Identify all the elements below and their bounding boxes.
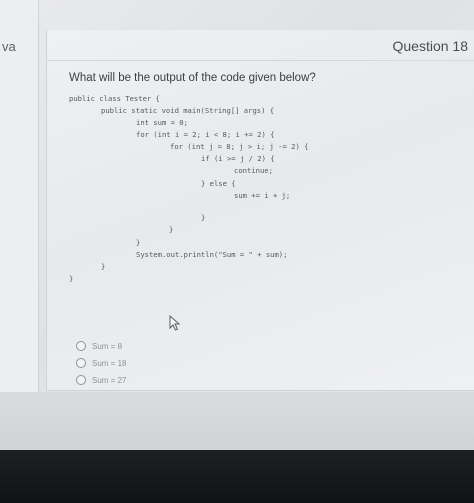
code-line: } else { <box>201 179 236 188</box>
radio-button-icon[interactable] <box>76 341 86 351</box>
answer-option-label: Sum = 18 <box>92 358 127 368</box>
code-line: } <box>201 213 206 222</box>
code-line: sum += i + j; <box>234 191 291 200</box>
answer-option-3[interactable]: Sum = 27 <box>76 375 126 385</box>
question-card <box>46 30 474 391</box>
answer-option-label: Sum = 8 <box>92 341 123 351</box>
code-line: int sum = 0; <box>136 118 188 127</box>
radio-button-icon[interactable] <box>76 358 86 368</box>
mouse-cursor-icon <box>169 315 181 331</box>
code-line: } <box>101 262 106 271</box>
page-footer-area <box>0 392 474 450</box>
radio-button-icon[interactable] <box>76 375 86 385</box>
code-line: } <box>69 274 74 283</box>
header-divider <box>46 60 474 61</box>
code-line: } <box>136 238 141 247</box>
code-line: for (int i = 2; i < 8; i += 2) { <box>136 130 275 139</box>
screen-bezel <box>0 450 474 503</box>
code-line: for (int j = 8; j > i; j -= 2) { <box>170 142 309 151</box>
code-line: } <box>169 225 174 234</box>
code-line: public class Tester { <box>69 94 160 103</box>
code-block: public class Tester { public static void… <box>0 0 308 283</box>
question-number: Question 18 <box>392 38 469 54</box>
code-line: if (i >= j / 2) { <box>201 154 275 163</box>
code-line: public static void main(String[] args) { <box>101 106 275 115</box>
code-line: continue; <box>234 166 273 175</box>
answer-option-2[interactable]: Sum = 18 <box>76 358 126 368</box>
answer-option-1[interactable]: Sum = 8 <box>76 341 122 351</box>
answer-option-label: Sum = 27 <box>92 375 127 385</box>
code-line: System.out.println("Sum = " + sum); <box>136 250 288 259</box>
question-text: What will be the output of the code give… <box>69 72 316 84</box>
